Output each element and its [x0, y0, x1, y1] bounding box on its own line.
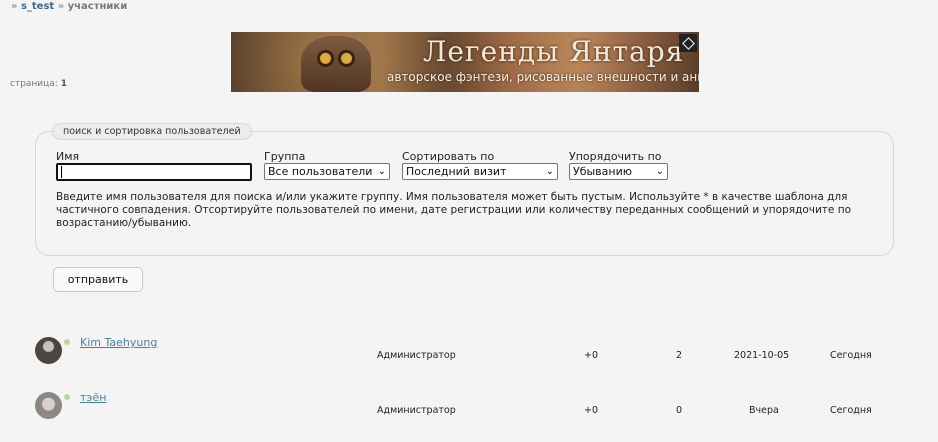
- group-select[interactable]: Все пользователи ⌄: [264, 163, 390, 180]
- user-registered: 2021-10-05: [734, 350, 790, 361]
- online-status-icon: [64, 394, 70, 400]
- user-respect: +0: [584, 405, 599, 416]
- user-posts: 0: [676, 405, 683, 416]
- avatar[interactable]: [35, 337, 62, 364]
- name-label: Имя: [56, 150, 80, 163]
- user-respect: +0: [584, 350, 599, 361]
- group-select-value: Все пользователи: [268, 165, 373, 178]
- submit-button[interactable]: отправить: [53, 267, 143, 292]
- sort-label: Сортировать по: [402, 150, 495, 163]
- user-name-link[interactable]: тэён: [80, 391, 106, 404]
- user-registered: Вчера: [749, 405, 779, 416]
- breadcrumb: » s_test » участники: [11, 1, 127, 12]
- chevron-down-icon: ⌄: [377, 166, 386, 177]
- avatar[interactable]: [35, 392, 62, 419]
- order-label: Упорядочить по: [569, 150, 662, 163]
- pagination: страница: 1: [10, 79, 67, 89]
- forum-banner[interactable]: Легенды Янтаря авторское фэнтези, рисова…: [231, 32, 699, 92]
- owl-artwork: [301, 36, 371, 92]
- breadcrumb-forum-link[interactable]: s_test: [21, 1, 54, 12]
- pagination-label: страница:: [10, 79, 58, 89]
- banner-title: Легенды Янтаря: [423, 35, 685, 68]
- user-posts: 2: [676, 350, 683, 361]
- chevron-down-icon: ⌄: [545, 166, 554, 177]
- banner-subtitle: авторское фэнтези, рисованные внешности …: [387, 70, 699, 84]
- user-name-link[interactable]: Kim Taehyung: [80, 336, 157, 349]
- search-help-text: Введите имя пользователя для поиска и/ил…: [56, 191, 851, 229]
- sort-select[interactable]: Последний визит ⌄: [402, 163, 558, 180]
- user-last-visit: Сегодня: [830, 405, 872, 416]
- chevron-down-icon: ⌄: [655, 166, 664, 177]
- group-label: Группа: [264, 150, 306, 163]
- user-group: Администратор: [377, 405, 456, 416]
- user-group: Администратор: [377, 350, 456, 361]
- user-row: Kim Taehyung Администратор +0 2 2021-10-…: [0, 333, 938, 373]
- user-last-visit: Сегодня: [830, 350, 872, 361]
- ad-corner-icon[interactable]: [679, 34, 697, 52]
- username-input[interactable]: [56, 163, 252, 181]
- online-status-icon: [64, 339, 70, 345]
- breadcrumb-separator: »: [11, 1, 18, 12]
- order-select-value: Убыванию: [573, 165, 632, 178]
- breadcrumb-separator: »: [57, 1, 65, 12]
- sort-select-value: Последний визит: [406, 165, 507, 178]
- search-form-legend: поиск и сортировка пользователей: [52, 123, 252, 140]
- breadcrumb-current: участники: [67, 1, 128, 12]
- user-row: тэён Администратор +0 0 Вчера Сегодня: [0, 389, 938, 429]
- pagination-current-page: 1: [60, 79, 67, 89]
- order-select[interactable]: Убыванию ⌄: [569, 163, 668, 180]
